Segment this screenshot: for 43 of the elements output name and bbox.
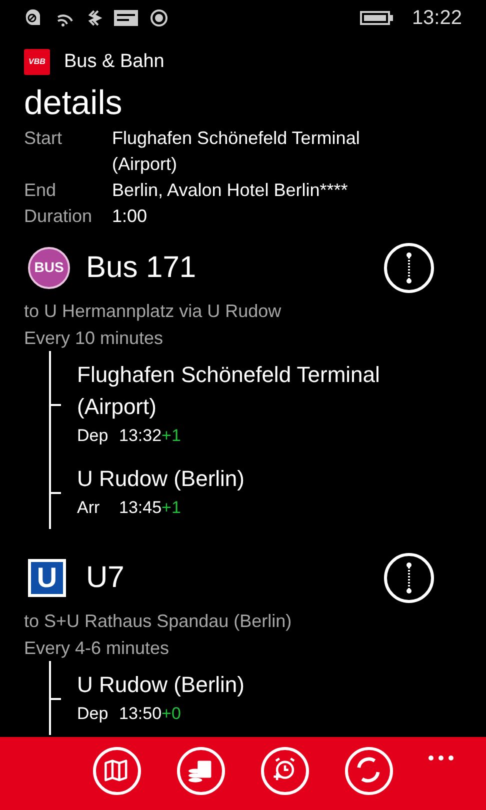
delay: +0: [162, 702, 181, 724]
refresh-button[interactable]: [345, 747, 393, 795]
stop-name: U Rudow (Berlin): [77, 670, 246, 698]
stop-time: 13:45: [119, 496, 162, 518]
summary-value: Flughafen Schönefeld Terminal (Airport): [112, 126, 361, 176]
stops-icon: [406, 252, 412, 284]
page-title: details: [23, 82, 124, 124]
line-name: Bus 171: [86, 250, 198, 286]
delay: +1: [162, 496, 181, 518]
stop-time-label: Arr: [77, 496, 101, 518]
stop-time: 13:32: [119, 424, 162, 446]
line-frequency: Every 10 minutes: [23, 326, 164, 350]
line-direction: to S+U Rathaus Spandau (Berlin): [23, 610, 293, 633]
map-button[interactable]: [93, 747, 141, 795]
status-time: 13:22: [412, 6, 462, 31]
stops-icon: [406, 562, 412, 594]
data-saver-icon: [24, 9, 42, 27]
summary-value: Berlin, Avalon Hotel Berlin****: [112, 178, 349, 202]
subway-badge: U: [28, 558, 66, 596]
line-direction: to U Hermannplatz via U Rudow: [23, 300, 282, 323]
bus-badge: BUS: [28, 246, 70, 288]
location-icon: [150, 9, 168, 27]
summary-label: End: [24, 178, 58, 202]
message-icon: [114, 10, 138, 26]
route-details-button[interactable]: [384, 242, 434, 292]
stop-name: U Rudow (Berlin): [77, 464, 246, 492]
line-frequency: Every 4-6 minutes: [23, 636, 170, 660]
delay: +1: [162, 424, 181, 446]
stop-time-label: Dep: [77, 702, 110, 724]
stop-time-label: Dep: [77, 424, 110, 446]
stop-time: 13:50: [119, 702, 162, 724]
line-name: U7: [86, 560, 126, 596]
alarm-clock-button[interactable]: [261, 747, 309, 795]
app-logo: VBB: [24, 49, 50, 76]
more-icon[interactable]: [428, 755, 454, 761]
summary-value: 1:00: [112, 204, 148, 228]
stop-name: Flughafen Schönefeld Terminal (Airport): [77, 360, 381, 421]
summary-label: Duration: [24, 204, 94, 228]
coins-and-ticket-button[interactable]: [177, 747, 225, 795]
battery-icon: [360, 11, 394, 25]
app-title: Bus & Bahn: [64, 50, 164, 74]
route-details-button[interactable]: [384, 552, 434, 602]
summary-label: Start: [24, 126, 64, 150]
